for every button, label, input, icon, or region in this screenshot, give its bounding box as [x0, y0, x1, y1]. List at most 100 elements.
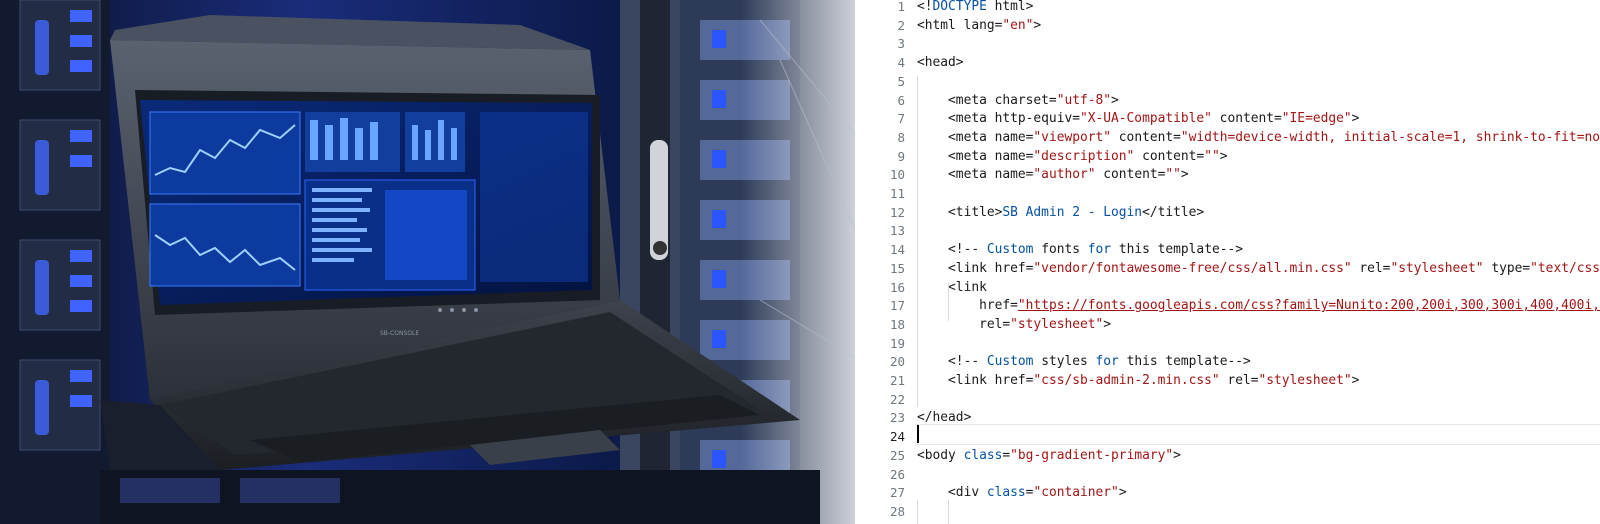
code-line[interactable]: <meta name="viewport" content="width=dev…	[917, 128, 1600, 147]
line-number: 7	[897, 111, 905, 127]
code-token: >	[1351, 111, 1360, 127]
line-number: 6	[897, 92, 905, 108]
code-token: styles	[1033, 354, 1096, 370]
line-number: 24	[889, 429, 905, 445]
code-token: ""	[1204, 148, 1220, 164]
code-token: <meta name=	[917, 167, 1034, 183]
code-line[interactable]: </head>	[917, 408, 971, 427]
line-number-gutter: 1 2 3 4 5 6 7 8 9 10 11 12 13 14 15 16 17 18 19 20 21 22 23 24 2…	[855, 0, 905, 524]
code-token: "container"	[1033, 485, 1119, 501]
code-token: <body	[917, 447, 964, 463]
code-token: Custom	[986, 242, 1034, 258]
code-token: >	[1118, 485, 1127, 501]
line-number: 1	[897, 0, 905, 14]
code-line[interactable]: <body class="bg-gradient-primary">	[917, 446, 1181, 465]
code-token: <html lang=	[917, 17, 1003, 33]
right-server-rack	[620, 0, 870, 524]
code-token: <!	[917, 0, 933, 14]
code-line[interactable]: <meta name="description" content="">	[917, 147, 1227, 166]
code-token: "stylesheet"	[1258, 373, 1352, 388]
code-token: <meta http-equiv=	[917, 111, 1080, 127]
code-token: rel=	[1351, 260, 1391, 276]
code-token: >	[1111, 92, 1119, 108]
line-number: 18	[889, 316, 905, 332]
code-line[interactable]: <link	[917, 278, 987, 297]
line-number: 15	[889, 260, 905, 276]
code-token: "viewport"	[1033, 129, 1112, 145]
code-token: href=	[917, 298, 1018, 314]
code-token: <link	[917, 279, 987, 295]
code-token: ""	[1165, 167, 1181, 183]
server-laptop-photo: SB-CONSOLE	[0, 0, 870, 524]
line-number: 17	[889, 298, 905, 314]
code-line[interactable]: <meta charset="utf-8">	[917, 91, 1119, 110]
line-number: 22	[889, 391, 905, 407]
code-text-area[interactable]: <!DOCTYPE html> <html lang="en"> <head> <m…	[917, 0, 1600, 524]
code-token: >	[1219, 148, 1228, 164]
code-token: fonts	[1033, 242, 1088, 258]
code-token: this template-->	[1111, 242, 1243, 258]
code-token: "width=device-width, initial-scale=1, sh…	[1180, 129, 1600, 145]
code-token: "en"	[1002, 17, 1034, 33]
code-token: content=	[1211, 111, 1282, 127]
code-line[interactable]: <meta http-equiv="X-UA-Compatible" conte…	[917, 109, 1359, 128]
code-line[interactable]: <head>	[917, 53, 964, 72]
code-line[interactable]: href="https://fonts.googleapis.com/css?f…	[917, 296, 1600, 315]
code-token: >	[1180, 167, 1189, 183]
code-token: <link href=	[917, 373, 1034, 388]
line-number: 13	[889, 223, 905, 239]
code-token: "stylesheet"	[1390, 260, 1484, 276]
line-number: 20	[889, 354, 905, 370]
line-number: 3	[897, 36, 905, 52]
code-token: content=	[1134, 148, 1205, 164]
code-token: <meta charset=	[917, 92, 1057, 108]
code-token: content=	[1111, 129, 1181, 145]
code-line[interactable]: <title>SB Admin 2 - Login</title>	[917, 203, 1204, 222]
line-number: 12	[889, 204, 905, 220]
laptop-brand-label: SB-CONSOLE	[380, 330, 419, 337]
line-number: 16	[889, 279, 905, 295]
code-token: this template-->	[1118, 354, 1251, 370]
code-token: <meta name=	[917, 148, 1034, 164]
code-token: type=	[1483, 260, 1531, 276]
text-cursor	[917, 425, 919, 443]
line-number: 14	[889, 242, 905, 258]
code-token: "text/css"	[1530, 260, 1600, 276]
code-token: >	[1173, 447, 1181, 463]
line-number: 8	[897, 129, 905, 145]
code-token: SB Admin 2 - Login	[1002, 204, 1143, 220]
code-line[interactable]: rel="stylesheet">	[917, 315, 1111, 334]
code-token: <div	[917, 485, 987, 501]
line-number: 26	[889, 466, 905, 482]
code-token: >	[1033, 17, 1042, 33]
code-editor[interactable]: 1 2 3 4 5 6 7 8 9 10 11 12 13 14 15 16 17 18 19 20 21 22 23 24 2…	[855, 0, 1600, 524]
code-line[interactable]: <!-- Custom fonts for this template-->	[917, 240, 1243, 259]
line-number: 9	[897, 148, 905, 164]
code-token: "utf-8"	[1056, 92, 1112, 108]
code-token: class	[963, 447, 1003, 463]
code-token: "bg-gradient-primary"	[1010, 447, 1174, 463]
line-number: 25	[889, 447, 905, 463]
code-token: for	[1095, 354, 1119, 370]
code-token: rel=	[1219, 373, 1259, 388]
code-token: "stylesheet"	[1010, 316, 1104, 332]
code-token: content=	[1095, 167, 1166, 183]
code-token: <!--	[917, 354, 987, 370]
line-number: 10	[889, 167, 905, 183]
code-token: "css/sb-admin-2.min.css"	[1033, 373, 1220, 388]
code-token: DOCTYPE	[932, 0, 987, 14]
indent-guide	[948, 283, 949, 321]
line-number: 5	[897, 73, 905, 89]
code-token: rel=	[917, 316, 1011, 332]
code-line[interactable]: <!-- Custom styles for this template-->	[917, 352, 1251, 371]
code-line[interactable]: <meta name="author" content="">	[917, 165, 1189, 184]
line-number: 2	[897, 17, 905, 33]
indent-guide	[948, 500, 949, 524]
code-token: >	[1103, 316, 1112, 332]
code-line[interactable]: <html lang="en">	[917, 16, 1041, 35]
code-token: </head>	[917, 410, 972, 426]
code-line[interactable]: <link href="vendor/fontawesome-free/css/…	[917, 259, 1600, 278]
code-line[interactable]: <!DOCTYPE html>	[917, 0, 1033, 16]
code-line[interactable]: <link href="css/sb-admin-2.min.css" rel=…	[917, 371, 1359, 390]
code-token: <link href=	[917, 260, 1034, 276]
